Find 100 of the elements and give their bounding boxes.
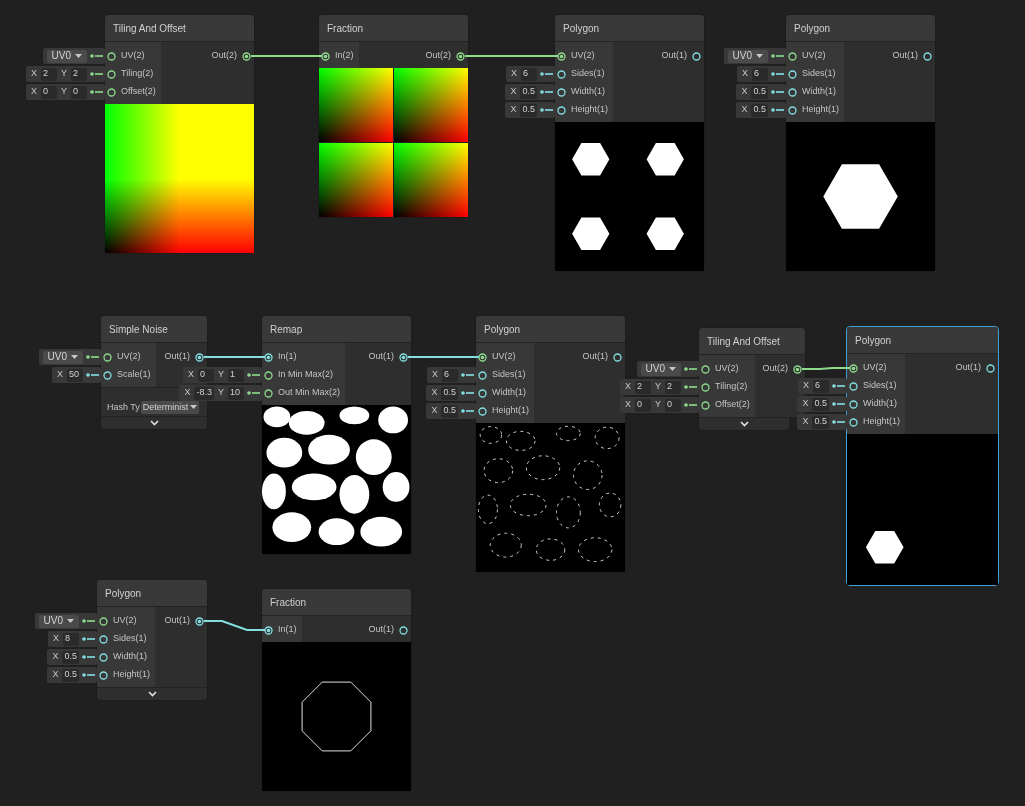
value-field[interactable]: 6	[521, 67, 537, 81]
port-label: Out(1)	[955, 361, 981, 375]
value-field[interactable]: 2	[635, 380, 651, 394]
port-label: Out Min Max(2)	[278, 386, 340, 400]
value-field[interactable]: 0	[71, 85, 87, 99]
node-title: Tiling And Offset	[699, 328, 805, 354]
axis-label: Y	[654, 398, 662, 412]
port-label: In Min Max(2)	[278, 368, 333, 382]
dropdown-button[interactable]: UV0	[42, 350, 83, 364]
value-field[interactable]: -8.3	[194, 386, 214, 400]
port-label: In(1)	[278, 623, 297, 637]
dropdown-button[interactable]: UV0	[46, 49, 87, 63]
value-field[interactable]: 0	[665, 398, 681, 412]
axis-label: X	[52, 632, 60, 646]
port-label: UV(2)	[571, 49, 595, 63]
port-label: Offset(2)	[121, 85, 156, 99]
port-label: UV(2)	[802, 49, 826, 63]
port-label: In(2)	[335, 49, 354, 63]
axis-label: Y	[217, 386, 225, 400]
axis-label: X	[29, 67, 38, 81]
axis-label: X	[430, 404, 439, 418]
port-label: Sides(1)	[492, 368, 526, 382]
port-label: Out(1)	[368, 623, 394, 637]
node-title: Simple Noise	[101, 316, 207, 342]
axis-label: X	[430, 386, 439, 400]
value-field[interactable]: 6	[752, 67, 768, 81]
value-field[interactable]: 0	[41, 85, 57, 99]
node-title: Fraction	[319, 15, 468, 41]
port-label: UV(2)	[492, 350, 516, 364]
axis-label: X	[510, 67, 518, 81]
axis-label: X	[51, 668, 60, 682]
value-field[interactable]: 10	[228, 386, 244, 400]
port-label: Tiling(2)	[715, 380, 748, 394]
node-title: Polygon	[555, 15, 704, 41]
port-label: Tiling(2)	[121, 67, 154, 81]
node-title: Tiling And Offset	[105, 15, 254, 41]
dropdown-button[interactable]: UV0	[38, 614, 79, 628]
value-field[interactable]: 0.5	[812, 415, 829, 429]
axis-label: X	[741, 67, 749, 81]
value-field[interactable]: 1	[228, 368, 244, 382]
axis-label: Y	[217, 368, 225, 382]
axis-label: Y	[60, 85, 68, 99]
value-field[interactable]: 6	[813, 379, 829, 393]
port-label: Sides(1)	[802, 67, 836, 81]
value-field[interactable]: 0	[198, 368, 214, 382]
value-field[interactable]: 0.5	[520, 103, 537, 117]
axis-label: X	[509, 103, 518, 117]
value-field[interactable]: 6	[442, 368, 458, 382]
port-label: Height(1)	[492, 404, 529, 418]
value-field[interactable]: 0.5	[441, 404, 458, 418]
node-title: Fraction	[262, 589, 411, 615]
node-title: Polygon	[786, 15, 935, 41]
value-field[interactable]: 0.5	[751, 85, 768, 99]
axis-label: X	[509, 85, 518, 99]
port-label: Sides(1)	[571, 67, 605, 81]
axis-label: X	[186, 368, 195, 382]
dropdown-button[interactable]: Determinist	[140, 401, 200, 414]
value-field[interactable]: 0.5	[62, 668, 79, 682]
node-title: Polygon	[847, 327, 998, 353]
axis-label: Y	[654, 380, 662, 394]
axis-label: X	[51, 650, 60, 664]
axis-label: X	[431, 368, 439, 382]
port-label: Out(1)	[661, 49, 687, 63]
port-label: Height(1)	[571, 103, 608, 117]
value-field[interactable]: 0.5	[520, 85, 537, 99]
dropdown-button[interactable]: UV0	[640, 362, 681, 376]
value-field[interactable]: 0.5	[62, 650, 79, 664]
node-title: Remap	[262, 316, 411, 342]
axis-label: Y	[60, 67, 68, 81]
port-label: Scale(1)	[117, 368, 151, 382]
setting-label: Hash Ty	[107, 400, 140, 414]
port-label: Width(1)	[571, 85, 605, 99]
port-label: Out(2)	[211, 49, 237, 63]
value-field[interactable]: 50	[67, 368, 83, 382]
value-field[interactable]: 8	[63, 632, 79, 646]
port-label: Out(2)	[762, 362, 788, 376]
port-label: UV(2)	[863, 361, 887, 375]
port-label: Sides(1)	[863, 379, 897, 393]
node-card[interactable]: Fraction In(2) Out(2)	[318, 14, 469, 218]
port-label: Width(1)	[863, 397, 897, 411]
port-label: Out(1)	[892, 49, 918, 63]
value-field[interactable]: 0	[635, 398, 651, 412]
port-label: Width(1)	[802, 85, 836, 99]
axis-label: X	[56, 368, 64, 382]
port-label: Width(1)	[492, 386, 526, 400]
dropdown-button[interactable]: UV0	[727, 49, 768, 63]
port-label: Sides(1)	[113, 632, 147, 646]
node-card[interactable]: Fraction In(1) Out(1)	[261, 588, 412, 792]
port-label: Offset(2)	[715, 398, 750, 412]
value-field[interactable]: 2	[665, 380, 681, 394]
port-label: Out(2)	[425, 49, 451, 63]
value-field[interactable]: 2	[71, 67, 87, 81]
axis-label: X	[740, 85, 749, 99]
port-label: Height(1)	[802, 103, 839, 117]
port-label: UV(2)	[113, 614, 137, 628]
value-field[interactable]: 0.5	[812, 397, 829, 411]
value-field[interactable]: 0.5	[441, 386, 458, 400]
axis-label: X	[740, 103, 749, 117]
value-field[interactable]: 2	[41, 67, 57, 81]
value-field[interactable]: 0.5	[751, 103, 768, 117]
